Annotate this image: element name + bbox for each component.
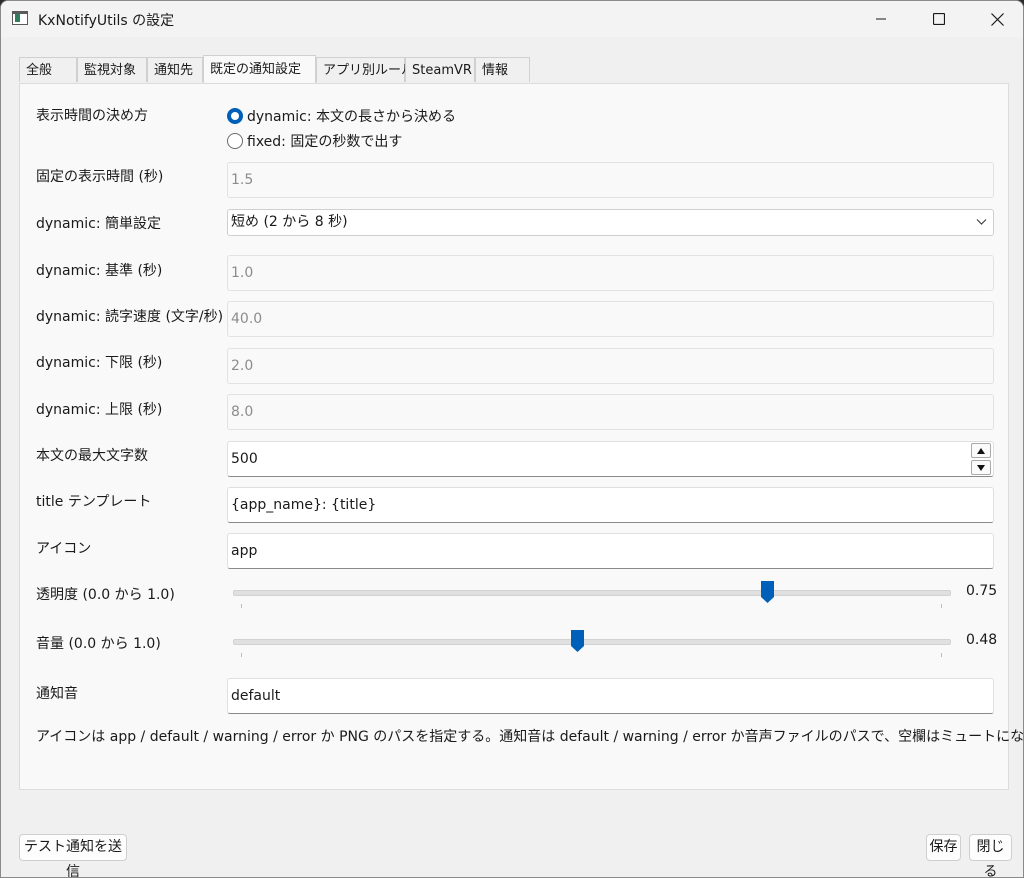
volume-value: 0.48 xyxy=(966,632,998,648)
tab-app-rules[interactable]: アプリ別ルール xyxy=(316,57,414,82)
slider-tick xyxy=(941,653,942,657)
app-icon xyxy=(12,11,28,25)
arrow-down-icon xyxy=(977,464,985,471)
sound-label: 通知音 xyxy=(36,686,78,702)
dynamic-speed-label: dynamic: 読字速度 (文字/秒) xyxy=(36,309,224,325)
minimize-button[interactable] xyxy=(852,1,910,37)
slider-tick xyxy=(241,653,242,657)
save-button[interactable]: 保存 xyxy=(926,834,961,861)
volume-slider[interactable] xyxy=(233,630,951,660)
radio-indicator xyxy=(227,133,243,149)
max-chars-label: 本文の最大文字数 xyxy=(36,448,148,464)
fixed-duration-label: 固定の表示時間 (秒) xyxy=(36,169,164,185)
tab-general[interactable]: 全般 xyxy=(19,57,77,82)
title-bar: KxNotifyUtils の設定 xyxy=(1,1,1023,37)
dynamic-base-label: dynamic: 基準 (秒) xyxy=(36,263,163,279)
slider-track xyxy=(233,590,951,596)
volume-label: 音量 (0.0 から 1.0) xyxy=(36,636,161,652)
dynamic-max-input[interactable]: 8.0 xyxy=(227,394,994,430)
duration-mode-label: 表示時間の決め方 xyxy=(36,108,148,124)
icon-setting-input[interactable]: app xyxy=(227,533,994,569)
opacity-value: 0.75 xyxy=(966,583,998,599)
radio-dynamic[interactable]: dynamic: 本文の長さから決める xyxy=(227,106,456,126)
maximize-icon xyxy=(933,13,945,25)
tab-default-notification[interactable]: 既定の通知設定 xyxy=(203,55,316,83)
spin-up-button[interactable] xyxy=(971,443,991,458)
tab-watch-targets[interactable]: 監視対象 xyxy=(77,57,147,82)
title-template-input[interactable]: {app_name}: {title} xyxy=(227,487,994,523)
close-icon xyxy=(990,12,1004,26)
dynamic-min-label: dynamic: 下限 (秒) xyxy=(36,355,163,371)
dynamic-preset-label: dynamic: 簡単設定 xyxy=(36,216,162,232)
radio-dynamic-label: dynamic: 本文の長さから決める xyxy=(247,109,457,125)
sound-input[interactable]: default xyxy=(227,678,994,714)
tab-steamvr[interactable]: SteamVR xyxy=(405,57,475,82)
fixed-duration-input[interactable]: 1.5 xyxy=(227,162,994,198)
max-chars-spinbox[interactable]: 500 xyxy=(227,441,994,477)
chevron-down-icon xyxy=(976,219,987,225)
slider-tick xyxy=(241,604,242,608)
slider-tick xyxy=(941,604,942,608)
close-window-button[interactable] xyxy=(968,1,1023,37)
window-title: KxNotifyUtils の設定 xyxy=(38,13,175,29)
spin-buttons xyxy=(971,443,991,475)
radio-indicator-checked xyxy=(227,108,243,124)
dynamic-base-input[interactable]: 1.0 xyxy=(227,255,994,291)
close-button[interactable]: 閉じる xyxy=(969,834,1012,877)
arrow-up-icon xyxy=(977,447,985,454)
dynamic-preset-value: 短め (2 から 8 秒) xyxy=(231,214,348,230)
spin-down-button[interactable] xyxy=(971,460,991,475)
slider-handle[interactable] xyxy=(571,630,584,652)
radio-fixed[interactable]: fixed: 固定の秒数で出す xyxy=(227,131,402,151)
dynamic-max-label: dynamic: 上限 (秒) xyxy=(36,402,163,418)
maximize-button[interactable] xyxy=(910,1,968,37)
minimize-icon xyxy=(876,18,886,20)
slider-track xyxy=(233,639,951,645)
send-test-notification-button[interactable]: テスト通知を送信 xyxy=(19,834,127,877)
opacity-label: 透明度 (0.0 から 1.0) xyxy=(36,587,175,603)
title-template-label: title テンプレート xyxy=(36,494,152,510)
help-text: アイコンは app / default / warning / error か … xyxy=(36,729,1024,745)
settings-window: KxNotifyUtils の設定 全般 監視対象 通知先 既定の通知設定 アプ… xyxy=(0,0,1024,878)
opacity-slider[interactable] xyxy=(233,581,951,611)
slider-handle[interactable] xyxy=(761,581,774,603)
dynamic-speed-input[interactable]: 40.0 xyxy=(227,301,994,337)
radio-fixed-label: fixed: 固定の秒数で出す xyxy=(247,134,403,150)
icon-setting-label: アイコン xyxy=(36,541,92,557)
dynamic-min-input[interactable]: 2.0 xyxy=(227,348,994,384)
tab-destinations[interactable]: 通知先 xyxy=(147,57,203,82)
max-chars-value: 500 xyxy=(231,451,258,467)
tab-info[interactable]: 情報 xyxy=(475,57,530,82)
dynamic-preset-select[interactable]: 短め (2 から 8 秒) xyxy=(227,209,994,236)
